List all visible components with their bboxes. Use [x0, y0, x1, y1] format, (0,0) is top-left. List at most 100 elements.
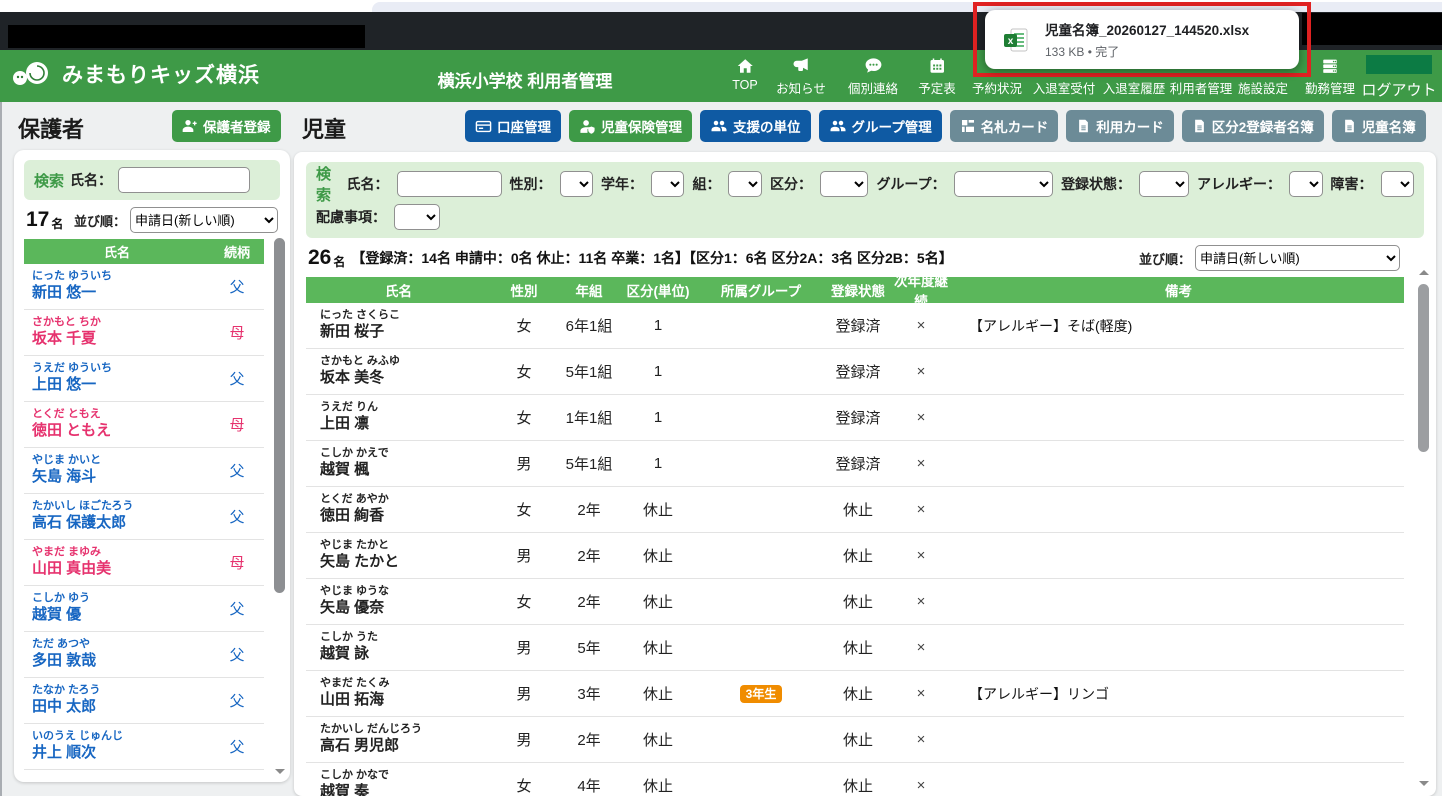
- children-row[interactable]: やまだ たくみ 山田 拓海 男 3年 休止 3年生 休止 × 【アレルギー】リンゴ: [306, 671, 1404, 717]
- children-row[interactable]: やじま たかと 矢島 たかと 男 2年 休止 休止 ×: [306, 533, 1404, 579]
- children-scrollbar[interactable]: [1417, 270, 1430, 786]
- megaphone-icon: [776, 55, 826, 77]
- child-name[interactable]: とくだ あやか 徳田 絢香: [306, 493, 491, 526]
- scroll-up-arrow[interactable]: [1419, 270, 1429, 275]
- child-kana: こしか かなで: [320, 769, 390, 782]
- child-name[interactable]: たかいし だんじろう 高石 男児郎: [306, 723, 491, 756]
- chat-icon: [848, 55, 898, 77]
- nav-item-individual-contact[interactable]: 個別連絡: [848, 55, 898, 97]
- child-full-name: 新田 桜子: [320, 323, 385, 340]
- scroll-down-arrow[interactable]: [275, 769, 285, 774]
- child-name[interactable]: こしか うた 越賀 詠: [306, 631, 491, 664]
- guardian-row[interactable]: うえだ ゆういち 上田 悠一 父: [24, 356, 264, 402]
- guardian-full-name: 坂本 千夏: [32, 330, 97, 347]
- guardian-name[interactable]: こしか ゆう 越賀 優: [24, 592, 210, 625]
- guardian-name[interactable]: とくだ ともえ 徳田 ともえ: [24, 408, 210, 441]
- scrollbar-thumb[interactable]: [274, 238, 285, 593]
- guardian-name[interactable]: たなか たろう 田中 太郎: [24, 684, 210, 717]
- child-next-year-continuation: ×: [916, 777, 926, 794]
- filter-registration-status-select[interactable]: [1139, 171, 1190, 197]
- filter-name-input[interactable]: [396, 171, 502, 197]
- filter-gender-select[interactable]: [559, 171, 593, 197]
- child-insurance-button[interactable]: 児童保険管理: [569, 110, 692, 142]
- nav-item-top[interactable]: TOP: [732, 55, 758, 92]
- child-name[interactable]: こしか かなで 越賀 奏: [306, 769, 491, 796]
- child-full-name: 徳田 絢香: [320, 507, 385, 524]
- nav-item-logout[interactable]: ログアウト: [1361, 78, 1436, 100]
- children-row[interactable]: こしか かえで 越賀 楓 男 5年1組 1 登録済 ×: [306, 441, 1404, 487]
- filter-group-select[interactable]: [953, 171, 1054, 197]
- filter-grade-select[interactable]: [650, 171, 685, 197]
- guardian-row[interactable]: やまだ まゆみ 山田 真由美 母: [24, 540, 264, 586]
- category2-roster-button[interactable]: 区分2登録者名簿: [1181, 110, 1324, 142]
- nav-item-work-management[interactable]: 勤務管理: [1305, 55, 1355, 97]
- child-name[interactable]: やじま たかと 矢島 たかと: [306, 539, 491, 572]
- guardian-name[interactable]: やじま かいと 矢島 海斗: [24, 454, 210, 487]
- guardian-register-button[interactable]: 保護者登録: [172, 110, 281, 142]
- guardian-row[interactable]: さかもと ちか 坂本 千夏 母: [24, 310, 264, 356]
- guardian-row[interactable]: いのうえ じゅんじ父: [24, 770, 264, 782]
- guardian-sort-select[interactable]: 申請日(新しい順): [130, 207, 278, 233]
- name-tag-card-button[interactable]: 名札カード: [949, 110, 1059, 142]
- guardian-row[interactable]: にった ゆういち 新田 悠一 父: [24, 264, 264, 310]
- guardian-name[interactable]: さかもと ちか 坂本 千夏: [24, 316, 210, 349]
- child-name[interactable]: うえだ りん 上田 凛: [306, 401, 491, 434]
- children-row[interactable]: さかもと みふゆ 坂本 美冬 女 5年1組 1 登録済 ×: [306, 349, 1404, 395]
- scroll-down-arrow[interactable]: [1419, 781, 1429, 786]
- guardian-kana: うえだ ゆういち: [32, 362, 113, 375]
- guardian-name[interactable]: にった ゆういち 新田 悠一: [24, 270, 210, 303]
- account-management-button[interactable]: 口座管理: [465, 110, 561, 142]
- child-name[interactable]: さかもと みふゆ 坂本 美冬: [306, 355, 491, 388]
- children-row[interactable]: こしか かなで 越賀 奏 女 4年 休止 休止 ×: [306, 763, 1404, 796]
- guardian-row[interactable]: たなか たろう 田中 太郎 父: [24, 678, 264, 724]
- filter-category-select[interactable]: [819, 171, 869, 197]
- guardian-row[interactable]: とくだ ともえ 徳田 ともえ 母: [24, 402, 264, 448]
- child-full-name: 矢島 たかと: [320, 553, 400, 570]
- group-management-button[interactable]: グループ管理: [818, 110, 942, 142]
- nav-item-schedule[interactable]: 予定表: [918, 55, 956, 97]
- filter-disability-select[interactable]: [1380, 171, 1414, 197]
- guardian-name[interactable]: いのうえ じゅんじ 井上 順次: [24, 730, 210, 763]
- children-row[interactable]: やじま ゆうな 矢島 優奈 女 2年 休止 休止 ×: [306, 579, 1404, 625]
- child-name[interactable]: にった さくらこ 新田 桜子: [306, 309, 491, 342]
- children-sort-select[interactable]: 申請日(新しい順): [1195, 245, 1400, 271]
- child-grade: 3年: [577, 686, 601, 703]
- filter-class-select[interactable]: [728, 171, 762, 197]
- child-status: 登録済: [835, 364, 881, 381]
- guardians-count-row: 17 名 並び順： 申請日(新しい順): [26, 207, 278, 233]
- children-roster-button[interactable]: 児童名簿: [1331, 110, 1426, 142]
- guardian-row[interactable]: たかいし ほごたろう 高石 保護太郎 父: [24, 494, 264, 540]
- children-row[interactable]: たかいし だんじろう 高石 男児郎 男 2年 休止 休止 ×: [306, 717, 1404, 763]
- filter-allergy-select[interactable]: [1289, 171, 1323, 197]
- guardian-row[interactable]: いのうえ じゅんじ 井上 順次 父: [24, 724, 264, 770]
- filter-considerations-select[interactable]: [394, 204, 440, 230]
- guardian-name[interactable]: やまだ まゆみ 山田 真由美: [24, 546, 210, 579]
- scrollbar-thumb[interactable]: [1418, 284, 1429, 452]
- app-logo[interactable]: みまもりキッズ横浜: [10, 59, 260, 89]
- children-row[interactable]: にった さくらこ 新田 桜子 女 6年1組 1 登録済 × 【アレルギー】そば(軽度): [306, 303, 1404, 349]
- children-row[interactable]: こしか うた 越賀 詠 男 5年 休止 休止 ×: [306, 625, 1404, 671]
- guardian-row[interactable]: ただ あつや 多田 敦哉 父: [24, 632, 264, 678]
- guardian-row[interactable]: こしか ゆう 越賀 優 父: [24, 586, 264, 632]
- nav-item-news[interactable]: お知らせ: [776, 55, 826, 97]
- filter-label-gender: 性別：: [509, 176, 552, 192]
- children-row[interactable]: うえだ りん 上田 凛 女 1年1組 1 登録済 ×: [306, 395, 1404, 441]
- guardian-name[interactable]: うえだ ゆういち 上田 悠一: [24, 362, 210, 395]
- guardian-name[interactable]: たかいし ほごたろう 高石 保護太郎: [24, 500, 210, 533]
- download-notification[interactable]: x 児童名簿_20260127_144520.xlsx 133 KB • 完了: [985, 10, 1299, 69]
- child-name[interactable]: こしか かえで 越賀 楓: [306, 447, 491, 480]
- child-name[interactable]: やじま ゆうな 矢島 優奈: [306, 585, 491, 618]
- guardian-row[interactable]: やじま かいと 矢島 海斗 父: [24, 448, 264, 494]
- support-unit-button[interactable]: 支援の単位: [700, 110, 811, 142]
- usage-card-button[interactable]: 利用カード: [1066, 110, 1174, 142]
- child-name[interactable]: やまだ たくみ 山田 拓海: [306, 677, 491, 710]
- svg-text:x: x: [1008, 36, 1014, 47]
- guardians-scrollbar[interactable]: [273, 238, 286, 774]
- guardian-name[interactable]: ただ あつや 多田 敦哉: [24, 638, 210, 671]
- guardian-name-input[interactable]: [118, 167, 251, 193]
- guardian-kana: やまだ まゆみ: [32, 546, 102, 559]
- child-grade: 2年: [577, 502, 601, 519]
- child-gender: 男: [516, 686, 532, 703]
- column-header: 年組: [575, 284, 603, 299]
- children-row[interactable]: とくだ あやか 徳田 絢香 女 2年 休止 休止 ×: [306, 487, 1404, 533]
